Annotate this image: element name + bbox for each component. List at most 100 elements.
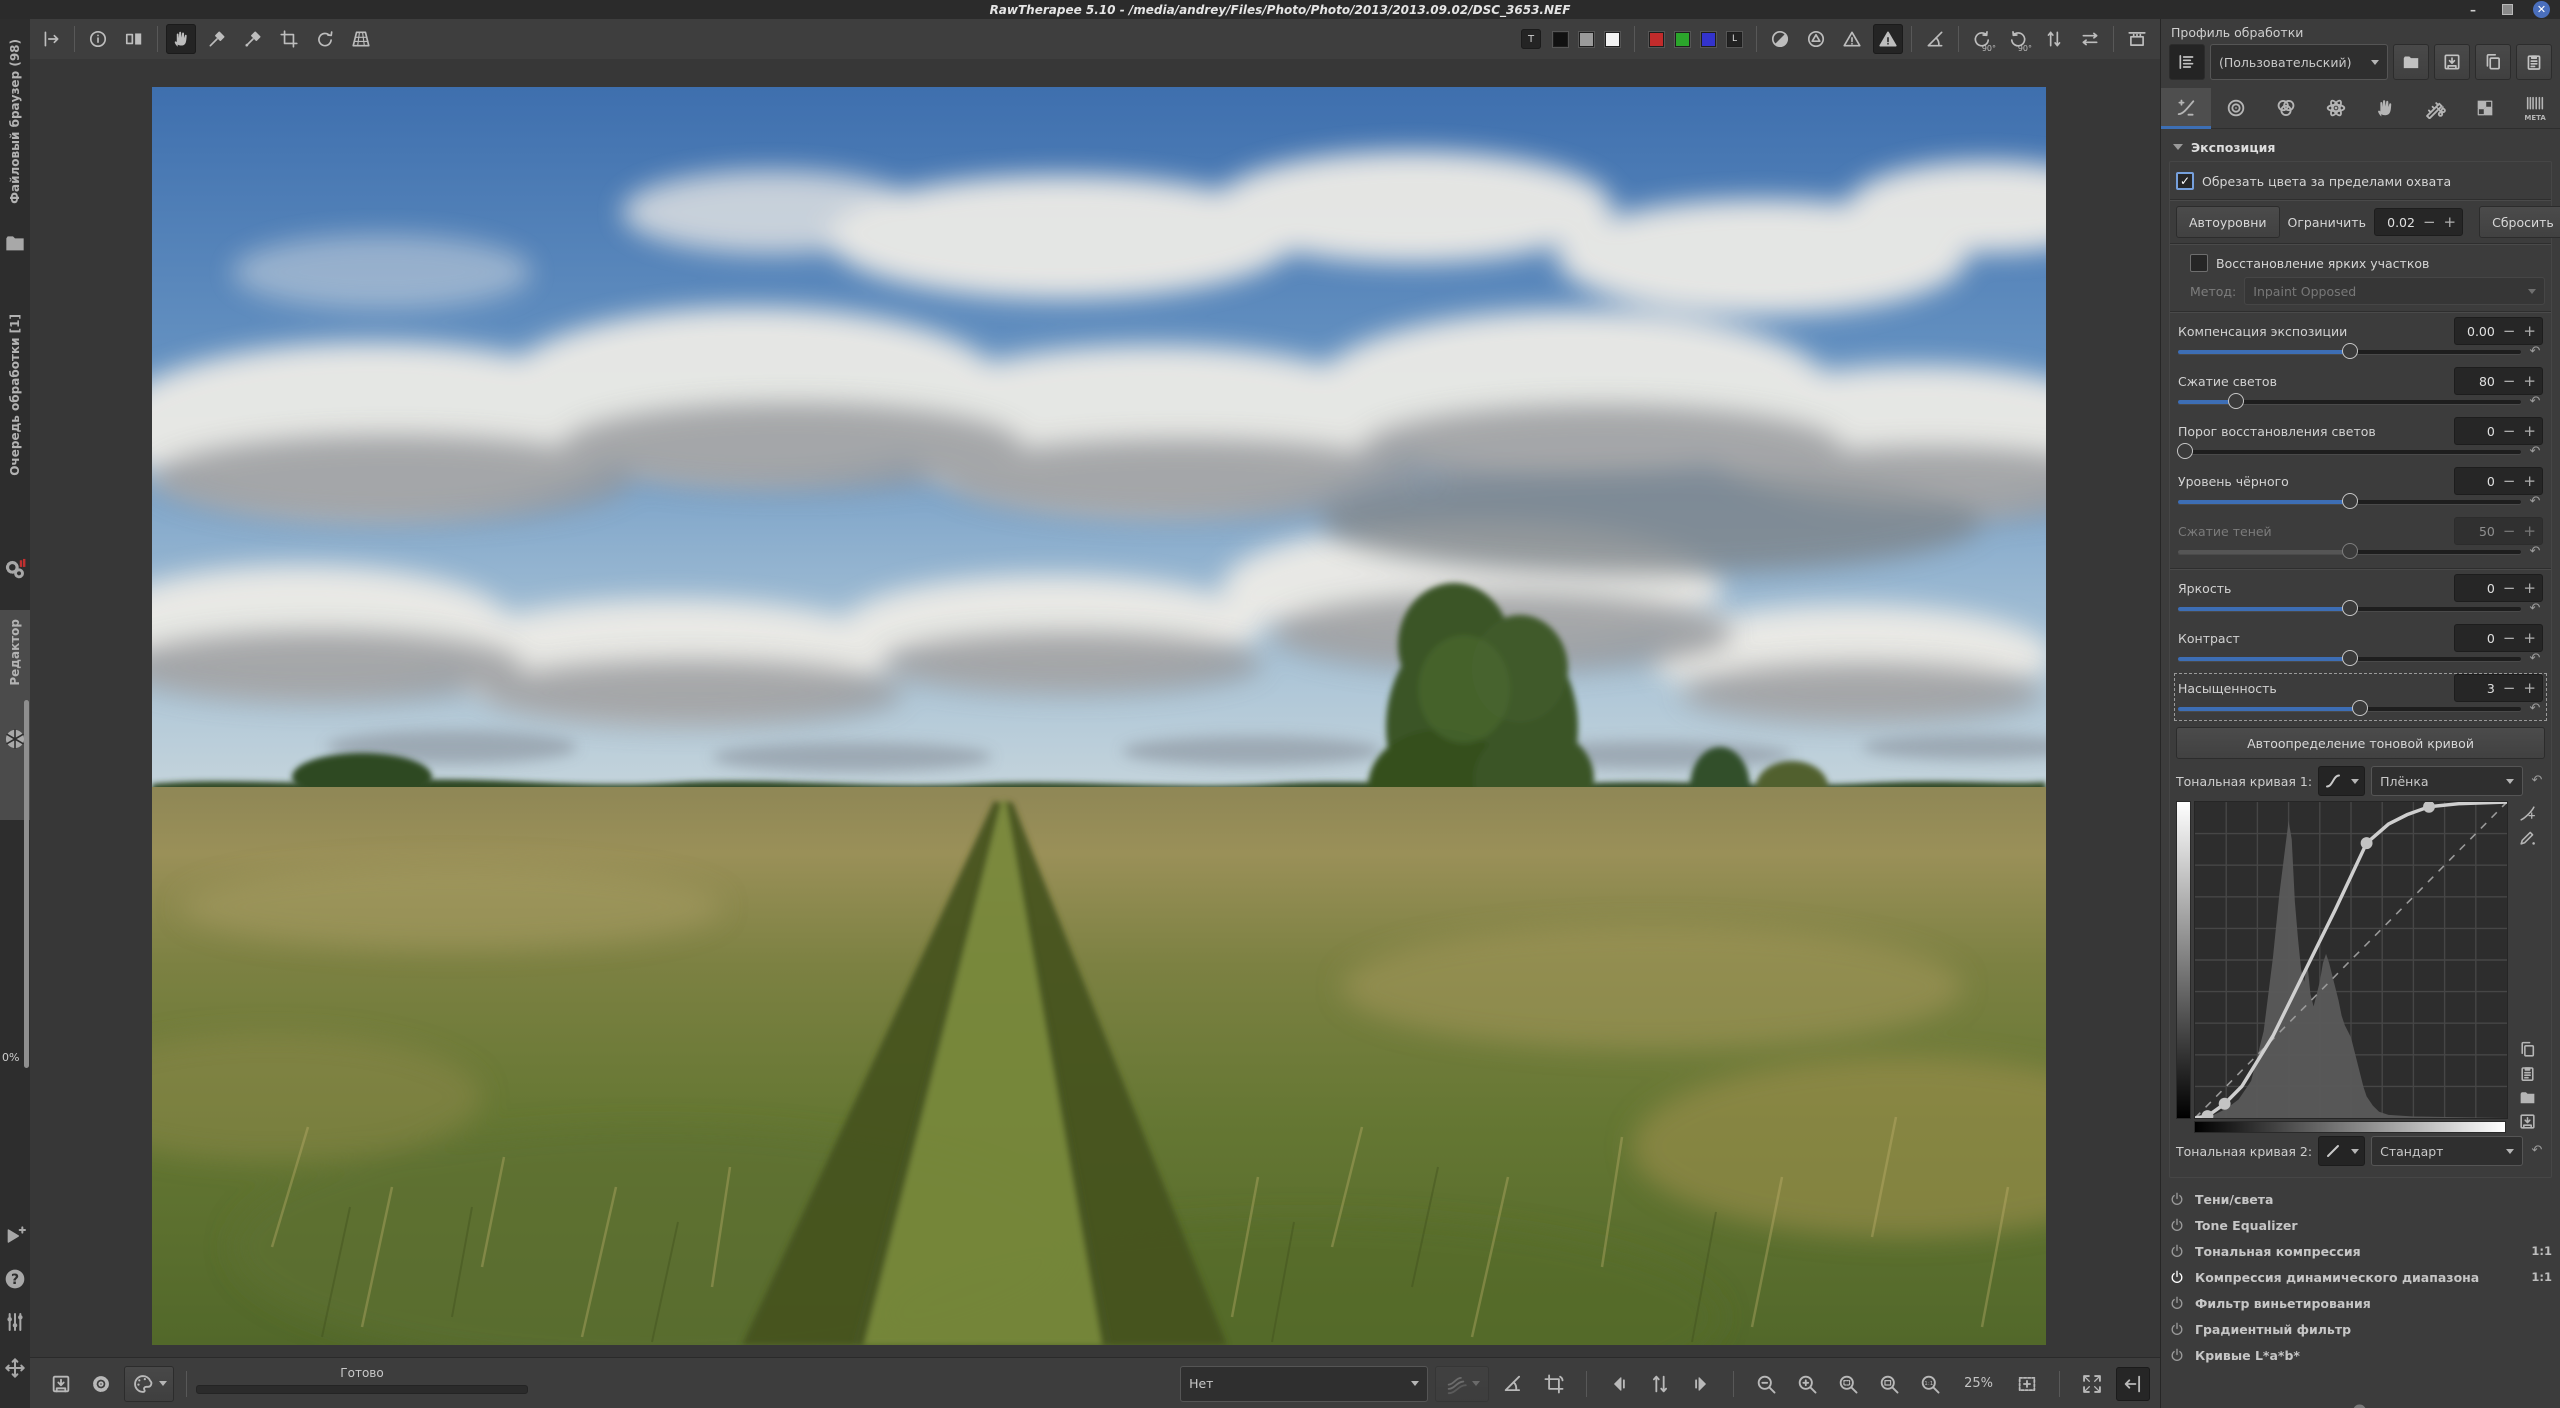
preferences-sliders-icon[interactable] <box>3 1310 27 1334</box>
queue-gears-icon[interactable] <box>3 556 27 580</box>
true-color-toggle[interactable]: T <box>1521 29 1541 49</box>
plus-button[interactable]: + <box>2523 681 2536 696</box>
power-icon[interactable] <box>2169 1295 2185 1311</box>
white-balance-picker-button[interactable] <box>202 24 232 54</box>
minus-button[interactable]: − <box>2423 215 2436 230</box>
tab-local[interactable] <box>2361 88 2411 128</box>
close-button[interactable]: ✕ <box>2533 1 2550 18</box>
zoom-out-button[interactable] <box>1749 1367 1783 1401</box>
tool-row[interactable]: Градиентный фильтр <box>2169 1316 2552 1342</box>
save-profile-button[interactable] <box>2434 44 2470 80</box>
minus-button[interactable]: − <box>2503 474 2516 489</box>
slider-reset-icon[interactable]: ↶ <box>2527 345 2543 359</box>
channel-red-swatch[interactable] <box>1649 32 1664 47</box>
slider-value-spinner[interactable]: 0 − + <box>2454 467 2543 495</box>
photo-preview[interactable] <box>152 87 2046 1345</box>
copy-curve-icon[interactable] <box>2515 1037 2539 1061</box>
slider-knob[interactable] <box>2342 343 2358 359</box>
plus-button[interactable]: + <box>2523 631 2536 646</box>
clip-out-of-gamut-checkbox[interactable]: ✓ Обрезать цвета за пределами охвата <box>2176 168 2545 194</box>
slider-reset-icon[interactable]: ↶ <box>2527 495 2543 509</box>
zoom-fit-button[interactable] <box>1831 1367 1865 1401</box>
minus-button[interactable]: − <box>2503 374 2516 389</box>
channel-green-swatch[interactable] <box>1675 32 1690 47</box>
tone-curve1-mode-select[interactable]: Плёнка <box>2371 766 2523 796</box>
image-canvas[interactable] <box>30 59 2160 1357</box>
fast-export-icon[interactable] <box>3 1224 27 1248</box>
rotate-right-button[interactable]: 90° <box>2003 24 2033 54</box>
minus-button[interactable]: − <box>2503 631 2516 646</box>
power-icon[interactable] <box>2169 1269 2185 1285</box>
flip-vertical-button[interactable] <box>2039 24 2069 54</box>
slider-track[interactable] <box>2178 500 2521 504</box>
slider-reset-icon[interactable]: ↶ <box>2527 602 2543 616</box>
checkbox-checked-icon[interactable]: ✓ <box>2176 172 2194 190</box>
slider-knob[interactable] <box>2342 650 2358 666</box>
slider-value-spinner[interactable]: 50 − + <box>2454 517 2543 545</box>
folder-icon[interactable] <box>3 231 27 255</box>
tab-exposure[interactable] <box>2161 88 2211 128</box>
hide-left-panel-button[interactable] <box>36 24 66 54</box>
slider-knob[interactable] <box>2342 543 2358 559</box>
strip-scrollbar[interactable] <box>24 700 29 1068</box>
hide-right-panel-button[interactable] <box>2116 1367 2150 1401</box>
shadow-clipping-button[interactable] <box>1837 24 1867 54</box>
straighten-quick-button[interactable] <box>1496 1367 1530 1401</box>
load-curve-icon[interactable] <box>2515 1085 2539 1109</box>
help-icon[interactable]: ? <box>3 1267 27 1291</box>
soft-proofing-button[interactable] <box>1765 24 1795 54</box>
slider-knob[interactable] <box>2177 443 2193 459</box>
slider-knob[interactable] <box>2352 700 2368 716</box>
edit-pencil-tool-icon[interactable] <box>2515 825 2539 849</box>
slider-track[interactable] <box>2178 400 2521 404</box>
slider-reset-icon[interactable]: ↶ <box>2527 652 2543 666</box>
crop-rotate-quick-button[interactable] <box>1537 1367 1571 1401</box>
tone-curve1-type-select[interactable] <box>2318 766 2365 796</box>
reset-curve1-icon[interactable]: ↶ <box>2529 774 2545 788</box>
tab-queue[interactable]: Очередь обработки [1] <box>0 314 30 476</box>
plus-button[interactable]: + <box>2523 581 2536 596</box>
reset-exposure-button[interactable]: Сбросить <box>2479 206 2560 238</box>
plus-button[interactable]: + <box>2523 524 2536 539</box>
paste-profile-button[interactable] <box>2516 44 2552 80</box>
slider-track[interactable] <box>2178 657 2521 661</box>
maximize-button[interactable] <box>2499 2 2515 18</box>
highlight-clipping-button[interactable] <box>1873 24 1903 54</box>
perspective-tool-button[interactable] <box>346 24 376 54</box>
next-image-button[interactable] <box>1684 1367 1718 1401</box>
tool-row[interactable]: Фильтр виньетирования <box>2169 1290 2552 1316</box>
paste-curve-icon[interactable] <box>2515 1061 2539 1085</box>
power-icon[interactable] <box>2169 1243 2185 1259</box>
slider-value-spinner[interactable]: 0.00 − + <box>2454 317 2543 345</box>
slider-knob[interactable] <box>2228 393 2244 409</box>
profile-fill-mode-button[interactable] <box>2169 44 2205 80</box>
slider-value-spinner[interactable]: 3 − + <box>2454 674 2543 702</box>
bg-black-swatch[interactable] <box>1553 32 1568 47</box>
tool-row[interactable]: Тени/света <box>2169 1186 2552 1212</box>
move-fullscreen-icon[interactable] <box>3 1356 27 1380</box>
flip-horizontal-button[interactable] <box>2075 24 2105 54</box>
slider-reset-icon[interactable]: ↶ <box>2527 395 2543 409</box>
clip-spinner[interactable]: 0.02 − + <box>2374 208 2463 236</box>
external-editor-button[interactable] <box>124 1366 174 1402</box>
before-after-button[interactable] <box>119 24 149 54</box>
tab-transform[interactable] <box>2410 88 2460 128</box>
add-detail-window-button[interactable] <box>2010 1367 2044 1401</box>
tool-row[interactable]: Тональная компрессия 1:1 <box>2169 1238 2552 1264</box>
bg-gray-swatch[interactable] <box>1579 32 1594 47</box>
highlight-reconstruction-checkbox[interactable]: Восстановление ярких участков <box>2190 250 2545 276</box>
plus-button[interactable]: + <box>2523 474 2536 489</box>
minus-button[interactable]: − <box>2503 681 2516 696</box>
tab-advanced[interactable] <box>2311 88 2361 128</box>
tool-row[interactable]: Кривые L*a*b* <box>2169 1342 2552 1368</box>
sort-order-button[interactable] <box>1643 1367 1677 1401</box>
straighten-tool-button[interactable] <box>310 24 340 54</box>
save-curve-icon[interactable] <box>2515 1109 2539 1133</box>
power-icon[interactable] <box>2169 1217 2185 1233</box>
detail-window-button[interactable] <box>2122 24 2152 54</box>
slider-reset-icon[interactable]: ↶ <box>2527 702 2543 716</box>
tone-curve-plot[interactable] <box>2194 801 2508 1119</box>
tool-row[interactable]: Tone Equalizer <box>2169 1212 2552 1238</box>
slider-value-spinner[interactable]: 0 − + <box>2454 624 2543 652</box>
slider-reset-icon[interactable]: ↶ <box>2527 545 2543 559</box>
